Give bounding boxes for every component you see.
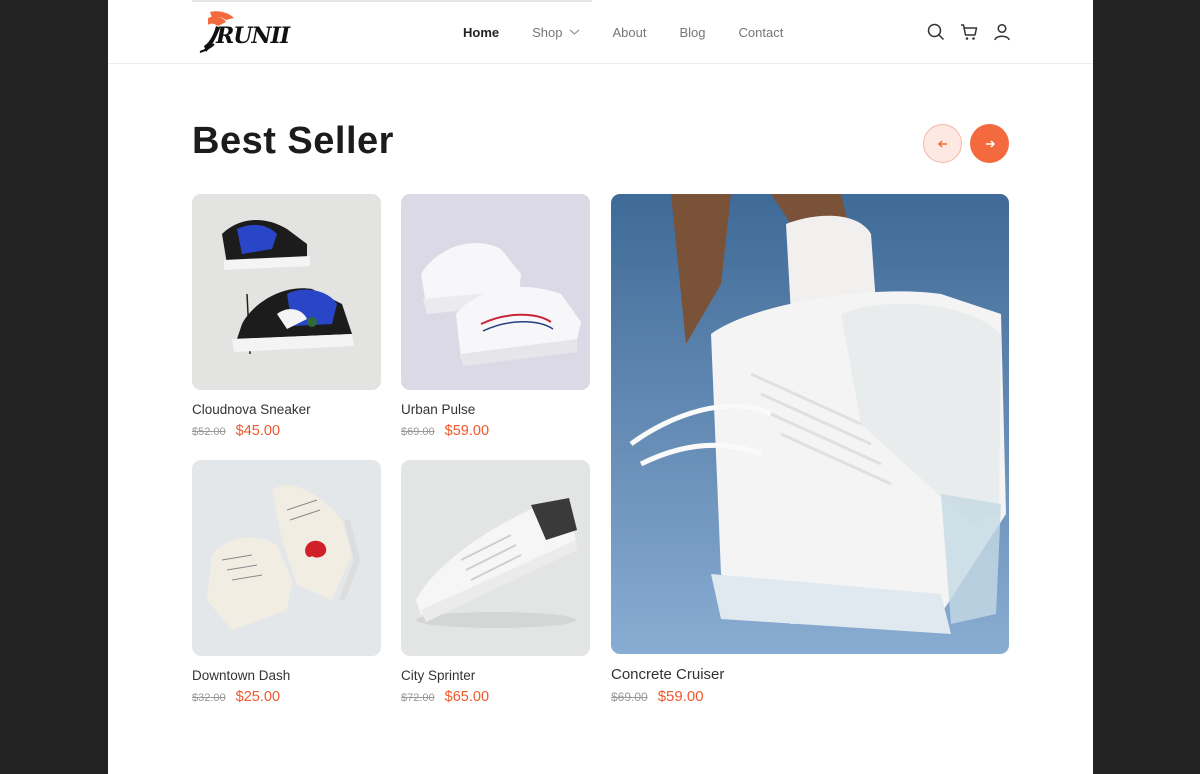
original-price: $72.00 bbox=[401, 692, 435, 704]
sale-price: $59.00 bbox=[444, 423, 490, 439]
original-price: $69.00 bbox=[401, 426, 435, 438]
original-price: $32.00 bbox=[192, 692, 226, 704]
sale-price: $59.00 bbox=[657, 688, 704, 705]
main-nav: Home Shop About Blog Contact bbox=[463, 22, 816, 42]
nav-home-label: Home bbox=[463, 24, 500, 40]
product-image[interactable] bbox=[192, 194, 381, 390]
product-card[interactable]: City Sprinter $72.00 $65.00 bbox=[401, 460, 590, 710]
nav-blog[interactable]: Blog bbox=[679, 22, 705, 42]
carousel-prev-button[interactable] bbox=[923, 124, 962, 163]
product-name[interactable]: Cloudnova Sneaker bbox=[192, 402, 311, 417]
nav-about[interactable]: About bbox=[613, 22, 647, 42]
product-card[interactable]: Cloudnova Sneaker $52.00 $45.00 bbox=[192, 194, 381, 444]
sale-price: $65.00 bbox=[444, 689, 490, 705]
nav-blog-label: Blog bbox=[679, 24, 706, 40]
nav-home[interactable]: Home bbox=[463, 22, 499, 42]
sale-price: $45.00 bbox=[235, 423, 281, 439]
product-name[interactable]: Urban Pulse bbox=[401, 402, 475, 417]
product-image[interactable] bbox=[401, 194, 590, 390]
product-name[interactable]: City Sprinter bbox=[401, 668, 475, 683]
nav-contact-label: Contact bbox=[738, 24, 784, 40]
nav-about-label: About bbox=[612, 24, 647, 40]
price-row: $69.00 $59.00 bbox=[401, 423, 489, 439]
cart-icon[interactable] bbox=[959, 22, 979, 42]
featured-product-card[interactable]: Concrete Cruiser $69.00 $59.00 bbox=[611, 194, 1009, 710]
price-row: $72.00 $65.00 bbox=[401, 689, 489, 705]
product-card[interactable]: Urban Pulse $69.00 $59.00 bbox=[401, 194, 590, 444]
section-title: Best Seller bbox=[192, 120, 394, 162]
page: RUNII Home Shop About Blog Contact Best … bbox=[108, 0, 1093, 774]
site-header: RUNII Home Shop About Blog Contact bbox=[108, 0, 1093, 64]
price-row: $69.00 $59.00 bbox=[611, 688, 704, 705]
price-row: $32.00 $25.00 bbox=[192, 689, 280, 705]
arrow-right-icon bbox=[985, 139, 995, 148]
nav-contact[interactable]: Contact bbox=[739, 22, 784, 42]
product-image[interactable] bbox=[192, 460, 381, 656]
featured-product-image[interactable] bbox=[611, 194, 1009, 654]
header-actions bbox=[926, 22, 1025, 42]
logo-wordmark: RUNII bbox=[216, 23, 290, 49]
header-divider bbox=[192, 0, 592, 2]
chevron-down-icon bbox=[569, 29, 579, 35]
nav-shop[interactable]: Shop bbox=[532, 22, 579, 42]
nav-shop-label: Shop bbox=[532, 24, 563, 40]
product-name[interactable]: Concrete Cruiser bbox=[611, 666, 724, 683]
product-card[interactable]: Downtown Dash $32.00 $25.00 bbox=[192, 460, 381, 710]
original-price: $69.00 bbox=[611, 690, 648, 704]
original-price: $52.00 bbox=[192, 426, 226, 438]
product-image[interactable] bbox=[401, 460, 590, 656]
sale-price: $25.00 bbox=[235, 689, 281, 705]
brand-logo[interactable]: RUNII bbox=[196, 6, 290, 56]
search-icon[interactable] bbox=[926, 22, 946, 42]
carousel-next-button[interactable] bbox=[970, 124, 1009, 163]
price-row: $52.00 $45.00 bbox=[192, 423, 280, 439]
user-icon[interactable] bbox=[992, 22, 1012, 42]
arrow-left-icon bbox=[937, 139, 947, 148]
product-name[interactable]: Downtown Dash bbox=[192, 668, 290, 683]
